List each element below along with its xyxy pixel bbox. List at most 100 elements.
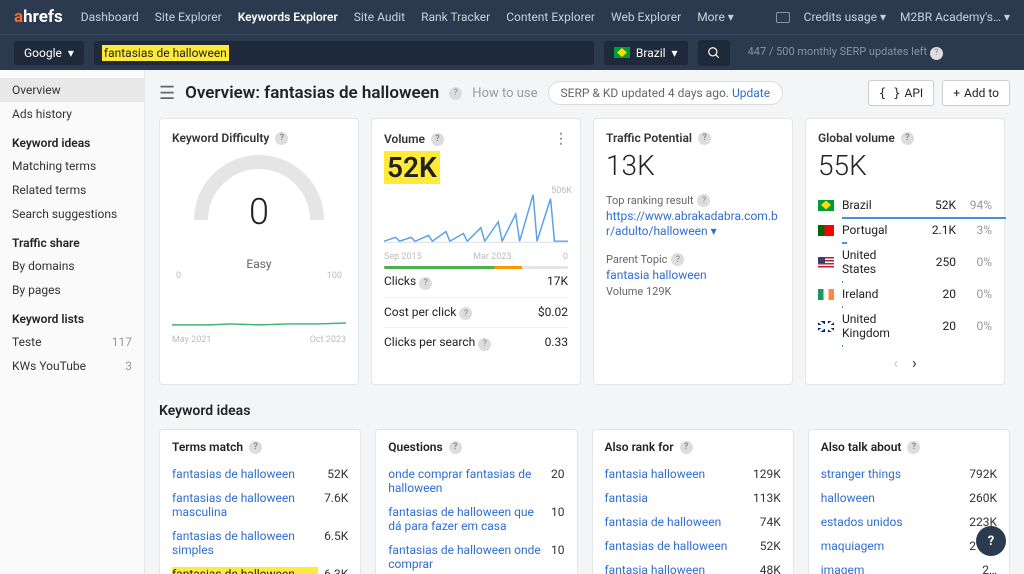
sidebar-item[interactable]: By domains xyxy=(0,254,144,278)
sidebar-item[interactable]: By pages xyxy=(0,278,144,302)
kd-value: 0 xyxy=(174,191,344,233)
credits-link[interactable]: Credits usage ▾ xyxy=(804,10,886,24)
menu-icon[interactable]: ☰ xyxy=(159,83,175,104)
ki-row[interactable]: fantasias de halloween que dá para fazer… xyxy=(388,500,564,538)
nav-right: Credits usage ▾ M2BR Academy's… ▾ xyxy=(776,10,1010,24)
content-area: ☰ Overview: fantasias de halloween ? How… xyxy=(145,70,1024,574)
flag-icon xyxy=(818,257,834,268)
info-icon[interactable]: ? xyxy=(449,87,462,100)
volume-value: 52K xyxy=(384,151,568,184)
flag-icon xyxy=(818,200,834,211)
ki-row[interactable]: fantasia halloween feminina48K xyxy=(605,558,781,574)
ki-row[interactable]: maquiagem212K xyxy=(821,534,997,558)
ki-row[interactable]: fantasias de halloween masculina7.6K xyxy=(172,486,348,524)
ki-row[interactable]: imagem2… xyxy=(821,558,997,574)
info-icon[interactable]: ? xyxy=(930,47,943,60)
global-country-row: United Kingdom200% xyxy=(818,308,992,347)
serp-status-pill: SERP & KD updated 4 days ago. Update xyxy=(548,81,784,105)
nav-link[interactable]: Site Audit xyxy=(354,10,405,24)
ki-row[interactable]: fantasias de halloween simples6.5K xyxy=(172,524,348,562)
global-country-row: United States2500% xyxy=(818,244,992,283)
add-to-button[interactable]: +Add to xyxy=(942,80,1010,106)
next-icon[interactable]: › xyxy=(912,353,917,372)
ki-column: Also rank for ?fantasia halloween129Kfan… xyxy=(592,429,794,574)
ki-row[interactable]: fantasia halloween129K xyxy=(605,462,781,486)
ki-column-title: Questions ? xyxy=(388,440,564,454)
keyword-input[interactable]: fantasias de halloween xyxy=(94,41,594,65)
info-icon[interactable]: ? xyxy=(901,132,914,145)
kd-label: Easy xyxy=(172,257,346,271)
top-nav: ahrefs Dashboard Site Explorer Keywords Ex… xyxy=(0,0,1024,34)
ki-row[interactable]: halloween260K xyxy=(821,486,997,510)
account-menu[interactable]: M2BR Academy's… ▾ xyxy=(900,10,1010,24)
serp-update-link[interactable]: Update xyxy=(732,86,770,100)
sidebar-group-ideas: Keyword ideas xyxy=(0,126,144,154)
ki-row[interactable]: onde comprar fantasias de halloween20 xyxy=(388,462,564,500)
info-icon[interactable]: ? xyxy=(697,194,710,207)
traffic-value: 13K xyxy=(606,149,780,182)
chevron-down-icon: ▾ xyxy=(68,46,74,60)
info-icon[interactable]: ? xyxy=(431,133,444,146)
search-button[interactable] xyxy=(698,40,730,66)
traffic-card: Traffic Potential? 13K Top ranking resul… xyxy=(593,118,793,385)
brand-logo[interactable]: ahrefs xyxy=(14,7,63,27)
ki-row[interactable]: estados unidos223K xyxy=(821,510,997,534)
sidebar-item[interactable]: Matching terms xyxy=(0,154,144,178)
top-ranking-url[interactable]: https://www.abrakadabra.com.br/adulto/ha… xyxy=(606,209,778,238)
ki-column: Terms match ?fantasias de halloween52Kfa… xyxy=(159,429,361,574)
global-volume-value: 55K xyxy=(818,149,992,182)
flag-icon xyxy=(818,321,834,332)
nav-link[interactable]: Dashboard xyxy=(81,10,139,24)
parent-topic-link[interactable]: fantasia halloween xyxy=(606,268,707,282)
how-to-use-link[interactable]: How to use xyxy=(472,86,537,101)
info-icon[interactable]: ? xyxy=(275,132,288,145)
global-country-row: Brazil52K94% xyxy=(818,194,992,219)
ki-row[interactable]: fantasias de halloween feminina6.3K xyxy=(172,562,348,574)
nav-link[interactable]: More ▾ xyxy=(697,10,734,24)
prev-icon[interactable]: ‹ xyxy=(893,353,898,372)
global-country-row: Portugal2.1K3% xyxy=(818,219,992,244)
nav-link[interactable]: Web Explorer xyxy=(611,10,681,24)
country-select[interactable]: Brazil▾ xyxy=(604,41,688,65)
sidebar-list-item[interactable]: KWs YouTube3 xyxy=(0,354,144,378)
ki-row[interactable]: fantasias de halloween52K xyxy=(172,462,348,486)
sub-nav: Google▾ fantasias de halloween Brazil▾ 4… xyxy=(0,34,1024,70)
sidebar-overview[interactable]: Overview xyxy=(0,78,144,102)
nav-link[interactable]: Keywords Explorer xyxy=(238,10,338,24)
global-pager: ‹ › xyxy=(818,353,992,372)
sidebar-ads-history[interactable]: Ads history xyxy=(0,102,144,126)
sidebar-group-traffic: Traffic share xyxy=(0,226,144,254)
card-menu-icon[interactable]: ⋮ xyxy=(554,131,568,147)
kd-card: Keyword Difficulty? 0 Easy 0100 May 2021… xyxy=(159,118,359,385)
info-icon[interactable]: ? xyxy=(698,132,711,145)
nav-link[interactable]: Site Explorer xyxy=(155,10,222,24)
ki-column-title: Also rank for ? xyxy=(605,440,781,454)
sidebar-item[interactable]: Related terms xyxy=(0,178,144,202)
flag-icon xyxy=(818,289,834,300)
volume-chart: 506K Sep 2015Mar 20230 xyxy=(384,188,568,258)
help-fab[interactable]: ? xyxy=(976,526,1006,556)
sidebar: Overview Ads history Keyword ideas Match… xyxy=(0,70,145,574)
ki-row[interactable]: fantasias de halloween52K xyxy=(605,534,781,558)
ki-column: Also talk about ?stranger things792Khall… xyxy=(808,429,1010,574)
page-title: Overview: fantasias de halloween xyxy=(185,83,439,103)
parent-topic-volume: Volume 129K xyxy=(606,285,780,298)
nav-link[interactable]: Rank Tracker xyxy=(421,10,490,24)
api-button[interactable]: { }API xyxy=(868,80,934,106)
global-volume-card: Global volume? 55K Brazil52K94%Portugal2… xyxy=(805,118,1005,385)
nav-link[interactable]: Content Explorer xyxy=(506,10,595,24)
monitor-icon[interactable] xyxy=(776,12,790,23)
sidebar-item[interactable]: Search suggestions xyxy=(0,202,144,226)
ki-row[interactable]: fantasias de halloween onde comprar10 xyxy=(388,538,564,574)
info-icon[interactable]: ? xyxy=(671,253,684,266)
nav-links: Dashboard Site Explorer Keywords Explorer S… xyxy=(81,10,776,24)
ki-row[interactable]: fantasia de halloween74K xyxy=(605,510,781,534)
volume-stat-row: Cost per click ?$0.02 xyxy=(384,297,568,328)
engine-select[interactable]: Google▾ xyxy=(14,41,84,65)
volume-stat-row: Clicks ?17K xyxy=(384,266,568,297)
sidebar-list-item[interactable]: Teste117 xyxy=(0,330,144,354)
flag-icon xyxy=(818,225,834,236)
ki-row[interactable]: stranger things792K xyxy=(821,462,997,486)
ki-row[interactable]: fantasia113K xyxy=(605,486,781,510)
kd-trend-chart: May 2021Oct 2023 xyxy=(172,313,346,353)
